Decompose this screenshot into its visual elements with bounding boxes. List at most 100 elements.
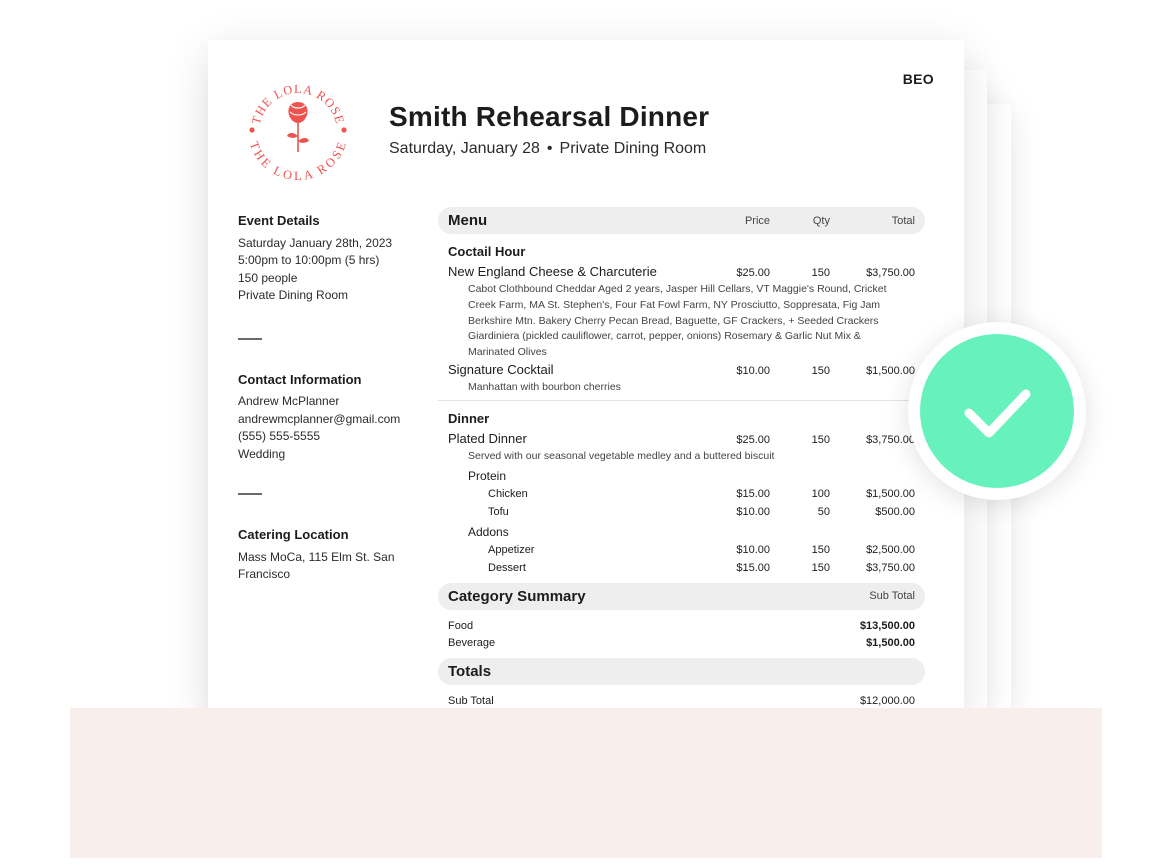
option-group-title: Addons	[468, 524, 509, 539]
contact-section: Contact Information Andrew McPlanner and…	[238, 371, 418, 464]
section-divider	[238, 337, 262, 340]
bottom-panel	[70, 708, 1102, 858]
option-name: Dessert	[488, 561, 526, 574]
item-qty: 150	[811, 267, 830, 279]
option-qty: 150	[811, 561, 830, 574]
beo-document: BEO THE LOLA ROSE THE LOLA ROSE Smith Re…	[208, 40, 964, 720]
contact-line: Andrew McPlanner	[238, 394, 340, 408]
success-badge-fill	[920, 334, 1074, 488]
option-price: $15.00	[736, 487, 770, 500]
qty-header: Qty	[812, 214, 830, 227]
category-title: Coctail Hour	[448, 244, 526, 259]
price-header: Price	[744, 214, 770, 227]
checkmark-icon	[964, 389, 1031, 438]
catering-section: Catering Location Mass MoCa, 115 Elm St.…	[238, 526, 418, 584]
option-total: $500.00	[875, 505, 915, 518]
section-title: Catering Location	[238, 527, 349, 542]
item-name: Plated Dinner	[448, 430, 527, 446]
option-row: Tofu $10.00 50 $500.00	[438, 503, 925, 521]
menu-item: Plated Dinner $25.00 150 $3,750.00	[438, 430, 925, 449]
summary-title: Category Summary	[448, 587, 586, 605]
item-name: Signature Cocktail	[448, 361, 554, 377]
item-name: New England Cheese & Charcuterie	[448, 264, 657, 279]
option-price: $10.00	[736, 505, 770, 518]
event-subtitle: Saturday, January 28 • Private Dining Room	[389, 140, 706, 158]
item-total: $3,750.00	[866, 433, 915, 446]
summary-name: Beverage	[448, 636, 496, 649]
item-description: Served with our seasonal vegetable medle…	[468, 449, 775, 462]
category-title: Dinner	[448, 410, 490, 426]
contact-line: Wedding	[238, 446, 286, 461]
event-room: Private Dining Room	[559, 140, 707, 157]
option-qty: 100	[811, 487, 830, 500]
option-total: $2,500.00	[866, 543, 915, 556]
option-total: $1,500.00	[866, 487, 915, 500]
detail-line: Saturday January 28th, 2023	[238, 235, 393, 250]
description-line: Giardiniera (pickled cauliflower, carrot…	[468, 330, 861, 343]
description-line: Creek Farm, MA St. Stephen's, Four Fat F…	[468, 298, 881, 311]
option-group-title: Protein	[468, 468, 507, 483]
section-divider	[238, 493, 262, 495]
item-total: $1,500.00	[866, 364, 915, 377]
total-header: Total	[891, 214, 915, 227]
row-divider	[438, 399, 925, 401]
description-line: Berkshire Mtn. Bakery Cherry Pecan Bread…	[468, 314, 879, 327]
rose-icon	[287, 102, 309, 152]
menu-header-band: Menu Price Qty Total	[438, 207, 925, 234]
lola-rose-logo: THE LOLA ROSE THE LOLA ROSE	[247, 82, 348, 182]
section-title: Event Details	[238, 213, 320, 228]
item-qty: 150	[811, 364, 830, 377]
totals-band: Totals	[438, 657, 925, 685]
detail-line: Private Dining Room	[238, 288, 349, 302]
logo-dot	[249, 127, 255, 133]
item-description: Cabot Clothbound Cheddar Aged 2 years, J…	[438, 282, 925, 361]
summary-row: Beverage $1,500.00	[438, 635, 925, 652]
detail-line: 150 people	[238, 270, 298, 285]
detail-line: 5:00pm to 10:00pm (5 hrs)	[238, 253, 380, 267]
option-row: Chicken $15.00 100 $1,500.00	[438, 485, 925, 503]
category-summary-band: Category Summary Sub Total	[438, 582, 925, 610]
catering-line: Francisco	[238, 567, 291, 581]
menu-item: Signature Cocktail $10.00 150 $1,500.00	[438, 361, 925, 380]
item-price: $25.00	[736, 433, 770, 446]
option-price: $10.00	[736, 543, 770, 556]
item-price: $25.00	[736, 267, 770, 279]
option-row: Appetizer $10.00 150 $2,500.00	[438, 541, 925, 559]
menu-item: New England Cheese & Charcuterie $25.00 …	[438, 263, 925, 282]
details-sidebar: Event Details Saturday January 28th, 202…	[238, 212, 418, 584]
contact-line: andrewmcplanner@gmail.com	[238, 411, 401, 426]
logo-dot	[341, 127, 347, 133]
description-line: Marinated Olives	[468, 346, 547, 359]
summary-row: Food $13,500.00	[438, 618, 925, 635]
option-total: $3,750.00	[866, 561, 915, 574]
option-row: Dessert $15.00 150 $3,750.00	[438, 559, 925, 577]
option-qty: 150	[811, 543, 830, 556]
menu-column: Menu Price Qty Total Coctail Hour New En…	[438, 207, 925, 710]
success-badge	[908, 322, 1086, 500]
item-description: Manhattan with bourbon cherries	[438, 380, 925, 396]
catering-line: Mass MoCa, 115 Elm St. San	[238, 549, 395, 564]
summary-value: $13,500.00	[859, 619, 915, 632]
option-name: Tofu	[488, 505, 509, 518]
separator-dot: •	[546, 140, 553, 157]
subtotal-header: Sub Total	[869, 590, 915, 603]
summary-name: Food	[448, 619, 474, 632]
beo-tag: BEO	[902, 71, 934, 87]
item-total: $3,750.00	[866, 267, 915, 279]
event-date: Saturday, January 28	[389, 140, 540, 157]
description-line: Manhattan with bourbon cherries	[468, 380, 621, 393]
menu-title: Menu	[448, 212, 488, 229]
option-name: Chicken	[488, 487, 528, 500]
event-details-section: Event Details Saturday January 28th, 202…	[238, 212, 418, 305]
option-qty: 50	[817, 505, 830, 518]
item-qty: 150	[811, 433, 830, 446]
description-line: Cabot Clothbound Cheddar Aged 2 years, J…	[468, 283, 887, 295]
option-price: $15.00	[736, 561, 770, 574]
contact-line: (555) 555-5555	[238, 429, 321, 443]
summary-value: $1,500.00	[866, 636, 915, 649]
section-title: Contact Information	[238, 371, 362, 387]
item-price: $10.00	[736, 364, 770, 377]
totals-title: Totals	[448, 662, 492, 680]
event-title: Smith Rehearsal Dinner	[389, 101, 710, 132]
option-name: Appetizer	[488, 543, 535, 556]
